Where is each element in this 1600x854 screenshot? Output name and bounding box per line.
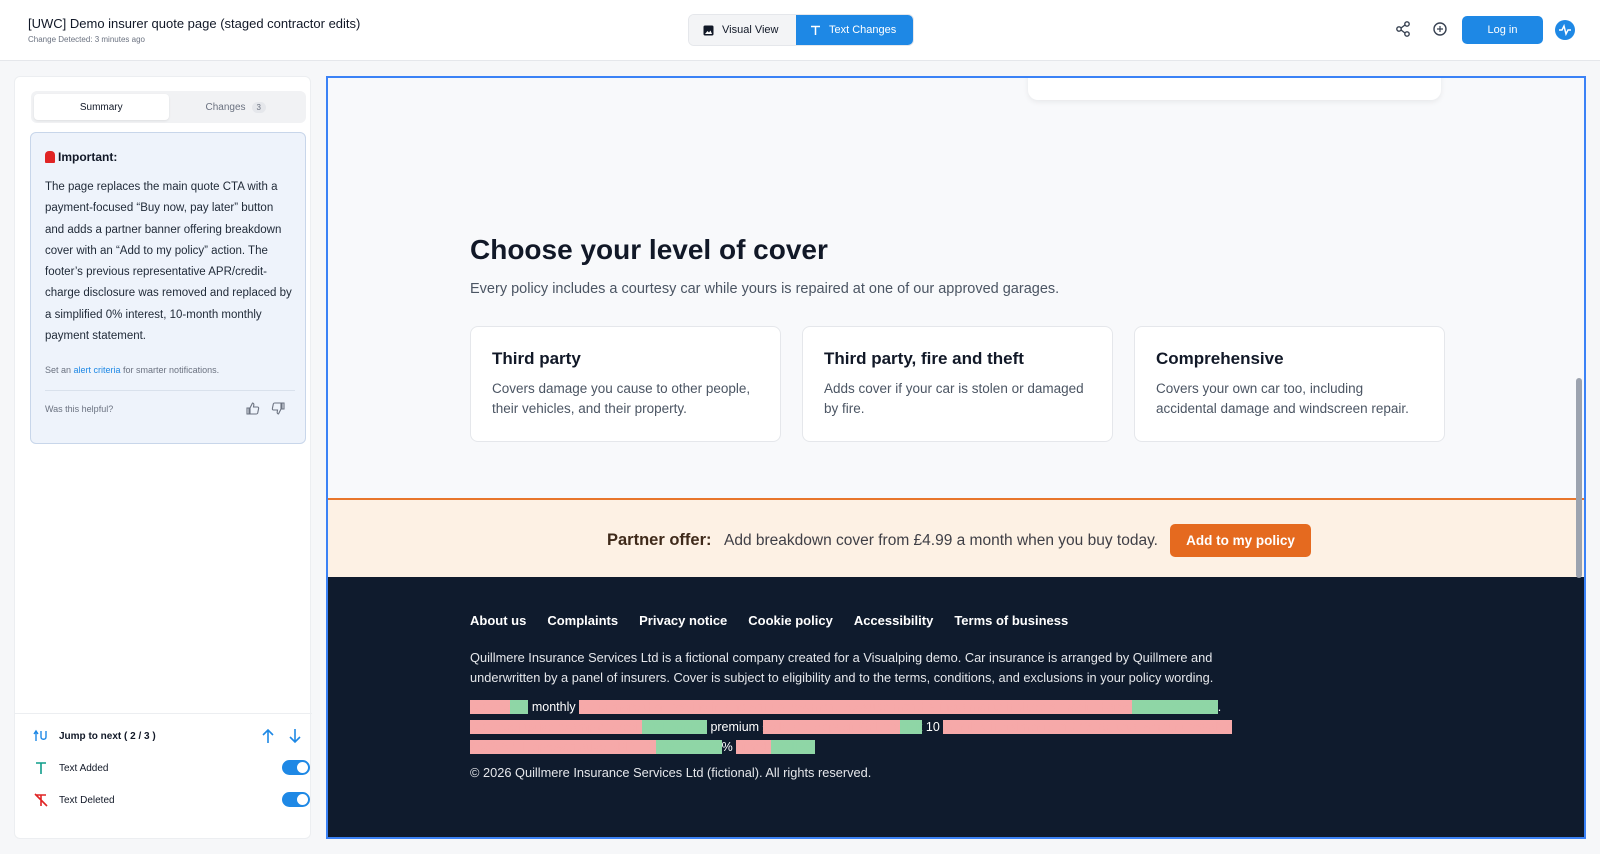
summary-panel: Summary Changes 3 Important: The page re… bbox=[14, 76, 312, 840]
added-text-highlight: at no extra cost bbox=[1132, 700, 1218, 714]
added-text-highlight: interest rate bbox=[655, 740, 722, 754]
deleted-text-highlight: £538.50. Representative APR 19. bbox=[470, 740, 656, 754]
footer-links: About us Complaints Privacy notice Cooki… bbox=[470, 613, 1068, 628]
added-text-highlight: applied. bbox=[770, 740, 815, 754]
thumbs-up-icon[interactable] bbox=[245, 401, 260, 416]
tab-summary-label: Summary bbox=[79, 101, 123, 113]
deleted-text-highlight: Representative example: credit bbox=[470, 720, 643, 734]
tier-title: Third party bbox=[492, 349, 581, 368]
important-heading: Important: bbox=[45, 150, 117, 164]
login-button[interactable]: Log in bbox=[1462, 16, 1543, 44]
alert-suffix: for smarter notifications. bbox=[120, 365, 220, 375]
arrow-down-icon[interactable] bbox=[288, 728, 302, 744]
view-switch: Visual View Text Changes bbox=[688, 14, 914, 46]
footer-link-privacy[interactable]: Privacy notice bbox=[639, 613, 727, 628]
arrow-up-icon[interactable] bbox=[261, 728, 275, 744]
tier-title: Comprehensive bbox=[1156, 349, 1284, 368]
diff-word: % bbox=[721, 740, 733, 754]
footer-description: Quillmere Insurance Services Ltd is a fi… bbox=[470, 650, 1214, 685]
helpful-label: Was this helpful? bbox=[45, 404, 114, 414]
tier-description: Covers damage you cause to other people,… bbox=[492, 381, 751, 416]
tier-card: Third party, fire and theft Adds cover i… bbox=[802, 326, 1113, 442]
tab-changes-label: Changes bbox=[205, 101, 246, 113]
footer-link-accessibility[interactable]: Accessibility bbox=[854, 613, 934, 628]
jump-to-next[interactable]: Jump to next ( 2 / 3 ) bbox=[33, 728, 156, 744]
tab-summary[interactable]: Summary bbox=[34, 94, 169, 120]
alert-criteria-link[interactable]: alert criteria bbox=[74, 365, 121, 375]
summary-text: The page replaces the main quote CTA wit… bbox=[45, 181, 292, 343]
text-deleted-toggle[interactable] bbox=[282, 792, 310, 807]
top-bar: [UWC] Demo insurer quote page (staged co… bbox=[0, 0, 1600, 61]
site-footer: About us Complaints Privacy notice Cooki… bbox=[328, 577, 1584, 837]
visual-view-button[interactable]: Visual View bbox=[689, 15, 796, 45]
diff-word: . bbox=[1217, 700, 1222, 714]
deleted-text-highlight: costs more than paying in one annual pay… bbox=[579, 700, 1133, 714]
text-changes-button[interactable]: Text Changes bbox=[796, 15, 913, 45]
page-preview: Choose your level of cover Every policy … bbox=[326, 76, 1586, 839]
footer-link-terms[interactable]: Terms of business bbox=[954, 613, 1068, 628]
added-text-highlight: total annual bbox=[642, 720, 707, 734]
text-added-label: Text Added bbox=[59, 762, 109, 774]
visual-view-label: Visual View bbox=[722, 24, 779, 36]
tier-card: Comprehensive Covers your own car too, i… bbox=[1134, 326, 1445, 442]
deleted-text-highlight: Repres bbox=[470, 700, 511, 714]
page-title: [UWC] Demo insurer quote page (staged co… bbox=[28, 16, 361, 31]
jump-bar: Jump to next ( 2 / 3 ) Text Added Text D… bbox=[15, 713, 312, 840]
text-changes-label: Text Changes bbox=[829, 24, 897, 36]
text-added-icon bbox=[36, 762, 46, 774]
add-to-policy-button[interactable]: Add to my policy bbox=[1170, 524, 1311, 557]
text-deleted-label: Text Deleted bbox=[59, 794, 115, 806]
tier-card: Third party Covers damage you cause to o… bbox=[470, 326, 781, 442]
deleted-text-highlight: monthly instalments of £48.75, total amo… bbox=[943, 720, 1233, 734]
text-icon bbox=[811, 25, 820, 35]
partner-banner: Partner offer: Add breakdown cover from … bbox=[328, 498, 1584, 577]
thumbs-down-icon[interactable] bbox=[271, 401, 286, 416]
preview-card-top bbox=[1028, 78, 1441, 100]
cover-subtitle: Every policy includes a courtesy car whi… bbox=[470, 281, 1060, 297]
text-deleted-row: Text Deleted bbox=[33, 792, 115, 808]
share-icon[interactable] bbox=[1394, 20, 1412, 38]
changes-count-badge: 3 bbox=[251, 101, 266, 113]
text-deleted-icon bbox=[34, 793, 48, 807]
activity-icon[interactable] bbox=[1555, 20, 1575, 40]
text-added-toggle[interactable] bbox=[282, 760, 310, 775]
alert-prefix: Set an bbox=[45, 365, 74, 375]
footer-link-complaints[interactable]: Complaints bbox=[547, 613, 618, 628]
diff-word: premium bbox=[710, 720, 760, 734]
partner-text: Add breakdown cover from £4.99 a month w… bbox=[724, 532, 1158, 549]
added-text-highlight: 0% bbox=[510, 700, 529, 714]
tier-title: Third party, fire and theft bbox=[824, 349, 1024, 368]
footer-diff-text: Repres0% monthly costs more than paying … bbox=[470, 697, 1270, 757]
divider bbox=[45, 390, 295, 391]
tab-changes[interactable]: Changes 3 bbox=[169, 94, 304, 120]
diff-word: monthly bbox=[531, 700, 576, 714]
partner-label: Partner offer: bbox=[607, 531, 712, 549]
deleted-text-highlight: £510.00, deposit £51.00, bbox=[762, 720, 901, 734]
image-icon bbox=[703, 25, 714, 35]
deleted-text-highlight: (fixed) bbox=[736, 740, 771, 754]
tier-description: Covers your own car too, including accid… bbox=[1156, 381, 1409, 416]
footer-link-about[interactable]: About us bbox=[470, 613, 526, 628]
diff-word: 10 bbox=[925, 720, 940, 734]
text-added-row: Text Added bbox=[33, 760, 108, 776]
summary-card: Important: The page replaces the main qu… bbox=[30, 132, 306, 444]
jump-label: Jump to next ( 2 / 3 ) bbox=[59, 730, 156, 742]
panel-tabs: Summary Changes 3 bbox=[31, 91, 306, 123]
footer-copyright: © 2026 Quillmere Insurance Services Ltd … bbox=[470, 765, 872, 780]
siren-icon bbox=[45, 151, 55, 163]
important-label: Important: bbox=[58, 150, 118, 164]
support-icon[interactable] bbox=[1431, 20, 1449, 38]
tier-description: Adds cover if your car is stolen or dama… bbox=[824, 381, 1084, 416]
added-text-highlight: split bbox=[900, 720, 923, 734]
jump-icon bbox=[33, 729, 47, 741]
preview-scrollbar[interactable] bbox=[1576, 378, 1582, 578]
footer-link-cookie[interactable]: Cookie policy bbox=[748, 613, 833, 628]
cover-heading: Choose your level of cover bbox=[470, 234, 828, 265]
change-detected-label: Change Detected: 3 minutes ago bbox=[28, 35, 145, 44]
alert-criteria-note: Set an alert criteria for smarter notifi… bbox=[45, 365, 219, 375]
